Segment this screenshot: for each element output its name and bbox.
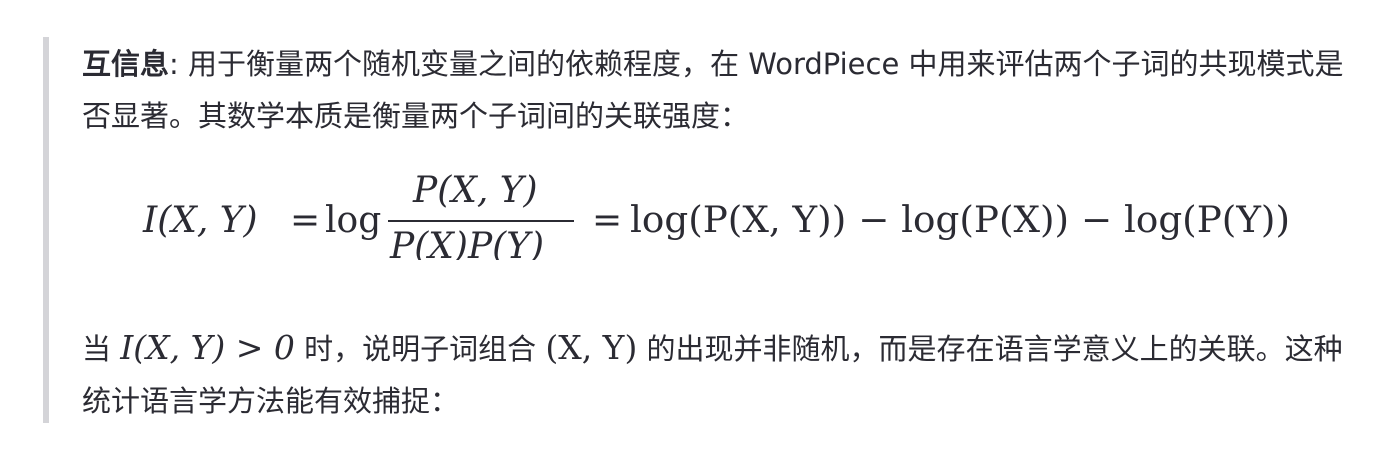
para2-mid: 时，说明子词组合 <box>294 332 546 366</box>
page: 互信息: 用于衡量两个随机变量之间的依赖程度，在 WordPiece 中用来评估… <box>0 0 1380 452</box>
para2-prefix: 当 <box>82 332 121 366</box>
term-mutual-information: 互信息 <box>82 47 170 81</box>
formula-denominator: P(X)P(Y) <box>389 226 544 260</box>
intro-paragraph: 互信息: 用于衡量两个随机变量之间的依赖程度，在 WordPiece 中用来评估… <box>82 38 1352 142</box>
formula-block: I(X, Y) = log P(X, Y) P(X)P(Y) = log(P(X… <box>0 140 1380 260</box>
blockquote: 互信息: 用于衡量两个随机变量之间的依赖程度，在 WordPiece 中用来评估… <box>82 38 1352 142</box>
formula-eq2: = <box>592 200 622 241</box>
pair-math: (X, Y) <box>545 328 638 367</box>
condition-math: I(X, Y) > 0 <box>120 328 295 367</box>
formula-rhs: log(P(X, Y)) − log(P(X)) − log(P(Y)) <box>630 200 1290 241</box>
formula-eq1: = <box>290 200 320 241</box>
intro-text: : 用于衡量两个随机变量之间的依赖程度，在 WordPiece 中用来评估两个子… <box>82 47 1344 133</box>
formula-numerator: P(X, Y) <box>412 170 538 211</box>
formula-log: log <box>325 200 381 241</box>
formula-lhs: I(X, Y) <box>142 200 258 241</box>
condition-paragraph: 当 I(X, Y) > 0 时，说明子词组合 (X, Y) 的出现并非随机，而是… <box>82 322 1352 427</box>
